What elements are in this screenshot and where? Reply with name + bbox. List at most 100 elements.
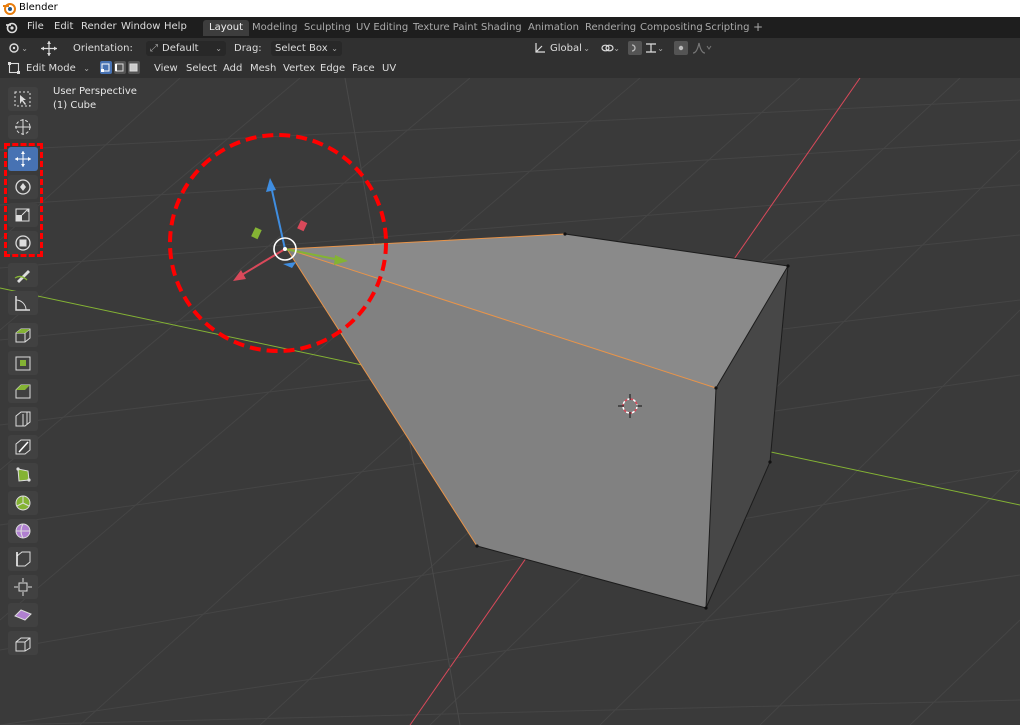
tab-scripting[interactable]: Scripting: [699, 20, 755, 36]
shear-tool[interactable]: [8, 603, 38, 627]
edge-slide-tool[interactable]: [8, 547, 38, 571]
menu-face[interactable]: Face: [348, 61, 379, 76]
drag-label: Drag:: [234, 43, 262, 54]
orientation-dropdown[interactable]: ⤢ Default ⌄: [146, 41, 226, 56]
knife-tool[interactable]: [8, 435, 38, 459]
add-workspace-button[interactable]: +: [753, 20, 763, 34]
face-select-mode-button[interactable]: [128, 61, 140, 74]
window-title: Blender: [19, 2, 58, 13]
vertex-select-icon: [101, 63, 110, 72]
shear-icon: [14, 609, 32, 621]
knife-icon: [15, 439, 31, 455]
poly-build-icon: [16, 467, 31, 482]
top-menu-bar: File Edit Render Window Help Layout Mode…: [0, 17, 1020, 38]
chevron-down-icon: ⌄: [83, 64, 90, 73]
chevron-down-icon: ⌄: [331, 44, 338, 53]
extrude-icon: [15, 328, 31, 343]
menu-uv[interactable]: UV: [378, 61, 400, 76]
drag-dropdown[interactable]: Select Box ⌄: [271, 41, 342, 56]
tool-settings-header: ⌄ Orientation: ⤢ Default ⌄ Drag: Select B…: [0, 38, 1020, 59]
face-select-icon: [129, 63, 138, 72]
menu-mesh[interactable]: Mesh: [246, 61, 280, 76]
cursor-tool[interactable]: [8, 115, 38, 139]
orientation-icon: ⤢: [150, 43, 158, 54]
menu-help[interactable]: Help: [164, 21, 187, 32]
tab-uv-editing[interactable]: UV Editing: [350, 20, 414, 36]
tab-modeling[interactable]: Modeling: [246, 20, 304, 36]
tool-options-dropdown[interactable]: ⌄: [6, 41, 32, 56]
mesh-cube[interactable]: [286, 232, 790, 610]
measure-icon: [15, 296, 30, 311]
chevron-down-icon: ⌄: [583, 44, 590, 53]
measure-tool[interactable]: [8, 291, 38, 315]
pivot-point-dropdown[interactable]: ⌄: [600, 41, 624, 56]
tab-layout[interactable]: Layout: [203, 20, 249, 36]
tab-rendering[interactable]: Rendering: [579, 20, 642, 36]
menu-file[interactable]: File: [27, 21, 44, 32]
edge-select-icon: [115, 63, 124, 72]
mode-dropdown[interactable]: Edit Mode ⌄: [6, 61, 94, 76]
view-name-label: User Perspective: [53, 86, 137, 97]
proportional-editing-icon[interactable]: [674, 41, 688, 55]
rip-icon: [15, 637, 31, 652]
menu-add[interactable]: Add: [219, 61, 246, 76]
chevron-down-icon: ⌄: [21, 44, 28, 53]
proportional-falloff-icon[interactable]: [692, 41, 712, 55]
orientation-label: Orientation:: [73, 43, 133, 54]
inset-icon: [15, 356, 31, 371]
3d-viewport-header: Edit Mode ⌄ View Select Add Mesh Vertex …: [0, 59, 1020, 78]
menu-select[interactable]: Select: [182, 61, 221, 76]
bevel-tool[interactable]: [8, 379, 38, 403]
smooth-icon: [15, 523, 31, 539]
smooth-tool[interactable]: [8, 519, 38, 543]
loop-cut-icon: [15, 411, 31, 427]
drag-value: Select Box: [275, 43, 328, 54]
tab-animation[interactable]: Animation: [522, 20, 585, 36]
menu-render[interactable]: Render: [81, 21, 117, 32]
annotate-tool[interactable]: [8, 263, 38, 287]
shrink-fatten-icon: [14, 578, 32, 596]
annotate-icon: [14, 270, 30, 283]
transform-pivot-icon[interactable]: [39, 40, 59, 57]
select-box-icon: [14, 91, 31, 107]
menu-edit[interactable]: Edit: [54, 21, 73, 32]
link-icon: [601, 44, 614, 52]
chevron-down-icon: ⌄: [657, 44, 664, 53]
blender-menu-icon[interactable]: [5, 21, 18, 34]
tab-compositing[interactable]: Compositing: [634, 20, 709, 36]
tab-texture-paint[interactable]: Texture Paint: [407, 20, 484, 36]
snap-icon[interactable]: [628, 41, 642, 55]
window-title-bar: Blender: [0, 0, 1020, 17]
menu-view[interactable]: View: [150, 61, 182, 76]
shrink-fatten-tool[interactable]: [8, 575, 38, 599]
orientation-value: Default: [162, 43, 199, 54]
loop-cut-tool[interactable]: [8, 407, 38, 431]
edit-mode-icon: [8, 62, 20, 74]
spin-icon: [15, 495, 31, 511]
menu-edge[interactable]: Edge: [316, 61, 349, 76]
transform-orientation-value: Global: [550, 43, 582, 54]
inset-faces-tool[interactable]: [8, 351, 38, 375]
menu-vertex[interactable]: Vertex: [279, 61, 319, 76]
snap-target-dropdown[interactable]: ⌄: [644, 41, 668, 56]
bevel-icon: [15, 384, 31, 399]
tab-sculpting[interactable]: Sculpting: [298, 20, 357, 36]
select-box-tool[interactable]: [8, 87, 38, 111]
chevron-down-icon: ⌄: [613, 44, 620, 53]
chevron-down-icon: ⌄: [215, 44, 222, 53]
blender-logo-icon: [3, 3, 16, 15]
object-name-label: (1) Cube: [53, 100, 97, 111]
mode-value: Edit Mode: [26, 63, 76, 74]
spin-tool[interactable]: [8, 491, 38, 515]
edge-select-mode-button[interactable]: [114, 61, 126, 74]
menu-window[interactable]: Window: [121, 21, 160, 32]
3d-viewport[interactable]: [0, 78, 1020, 725]
transform-orientation-dropdown[interactable]: Global ⌄: [532, 41, 594, 56]
rip-region-tool[interactable]: [8, 631, 38, 655]
extrude-region-tool[interactable]: [8, 323, 38, 347]
poly-build-tool[interactable]: [8, 463, 38, 487]
select-mode-icon: [9, 43, 19, 53]
edge-slide-icon: [16, 551, 31, 567]
tab-shading[interactable]: Shading: [475, 20, 528, 36]
vertex-select-mode-button[interactable]: [100, 61, 112, 74]
